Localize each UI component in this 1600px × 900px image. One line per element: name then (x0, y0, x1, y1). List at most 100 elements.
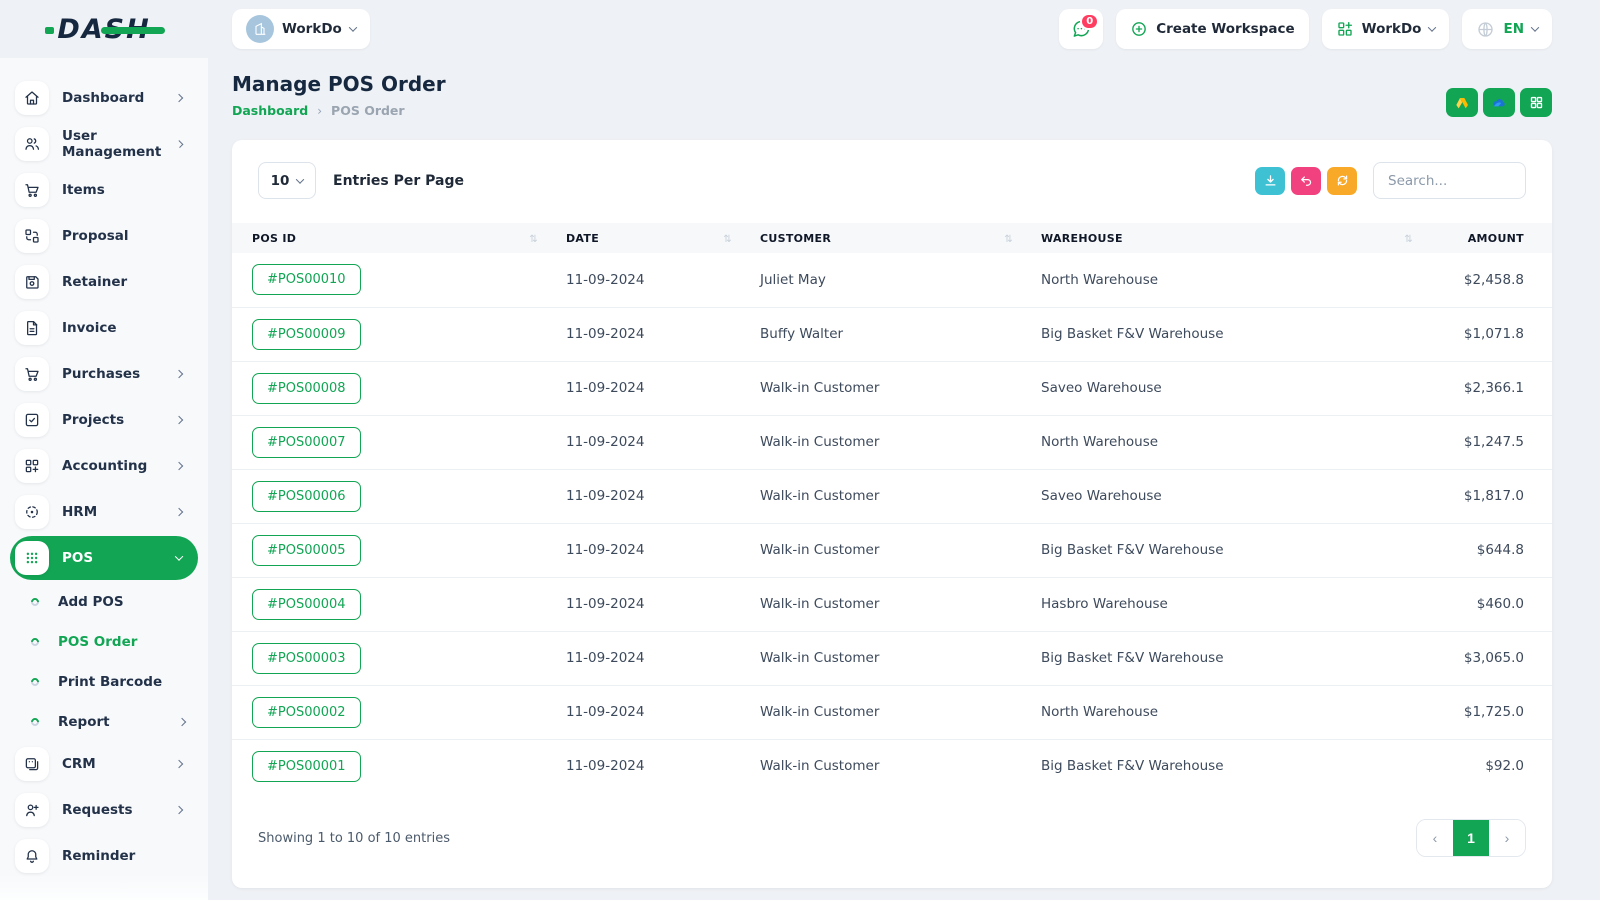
sidebar-subitem-pos-order[interactable]: POS Order (10, 622, 198, 662)
warehouse-cell: Big Basket F&V Warehouse (1021, 306, 1421, 361)
column-header-pos-id[interactable]: POS ID ⇅ (232, 223, 546, 253)
users-icon (15, 127, 49, 161)
pos-id-link[interactable]: #POS00004 (252, 588, 361, 620)
warehouse-cell: North Warehouse (1021, 684, 1421, 739)
circle-plus-icon (1132, 22, 1147, 36)
sort-icon[interactable]: ⇅ (529, 234, 538, 245)
date-cell: 11-09-2024 (546, 306, 740, 361)
sidebar-subitem-add-pos[interactable]: Add POS (10, 582, 198, 622)
table-header-row: POS ID ⇅ DATE ⇅ CUSTOMER ⇅ WAREHOUSE ⇅ AMOUN… (232, 223, 1552, 253)
sidebar-item-user-management[interactable]: User Management (10, 122, 198, 166)
table-row: #POS00002 11-09-2024 Walk-in Customer No… (232, 684, 1552, 739)
amount-cell: $1,247.5 (1421, 414, 1552, 469)
column-header-customer[interactable]: CUSTOMER ⇅ (740, 223, 1021, 253)
sidebar-item-items[interactable]: Items (10, 168, 198, 212)
pos-id-link[interactable]: #POS00001 (252, 750, 361, 782)
search-input[interactable] (1373, 162, 1526, 199)
sidebar-item-proposal[interactable]: Proposal (10, 214, 198, 258)
bell-icon (15, 839, 49, 873)
pos-order-card: 10 Entries Per Page POS (232, 140, 1552, 888)
warehouse-cell: Saveo Warehouse (1021, 360, 1421, 415)
pos-id-link[interactable]: #POS00010 (252, 264, 361, 296)
amount-cell: $3,065.0 (1421, 630, 1552, 685)
target-icon (15, 495, 49, 529)
column-header-warehouse[interactable]: WAREHOUSE ⇅ (1021, 223, 1421, 253)
sort-icon[interactable]: ⇅ (1404, 234, 1413, 245)
customer-cell: Juliet May (760, 271, 826, 288)
table-row: #POS00009 11-09-2024 Buffy Walter Big Ba… (232, 306, 1552, 361)
language-code: EN (1503, 21, 1524, 37)
pagination-page-1[interactable]: 1 (1453, 820, 1489, 856)
messages-count-badge: 0 (1080, 13, 1100, 30)
main-content: Manage POS Order Dashboard › POS Order 1… (208, 58, 1600, 900)
pagination: ‹ 1 › (1416, 819, 1526, 857)
column-header-date[interactable]: DATE ⇅ (546, 223, 740, 253)
amount-cell: $92.0 (1421, 738, 1552, 793)
sidebar-subitem-report[interactable]: Report (10, 702, 198, 742)
entries-per-page-select[interactable]: 10 (258, 162, 316, 199)
sidebar-item-hrm[interactable]: HRM (10, 490, 198, 534)
chevron-right-icon (174, 805, 184, 815)
sidebar-item-pos[interactable]: POS (10, 536, 198, 580)
brand-logo[interactable]: DASH (0, 14, 208, 45)
pagination-prev-button[interactable]: ‹ (1417, 820, 1453, 856)
table-row: #POS00008 11-09-2024 Walk-in Customer Sa… (232, 360, 1552, 415)
pos-id-link[interactable]: #POS00002 (252, 696, 361, 728)
amount-cell: $2,458.8 (1463, 271, 1524, 288)
refresh-button[interactable] (1327, 166, 1357, 195)
pagination-next-button[interactable]: › (1489, 820, 1525, 856)
amount-cell: $460.0 (1421, 576, 1552, 631)
chevron-right-icon (174, 369, 184, 379)
grid-dots-icon (15, 541, 49, 575)
google-drive-button[interactable] (1446, 88, 1478, 117)
sidebar-item-retainer[interactable]: Retainer (10, 260, 198, 304)
sidebar-item-accounting[interactable]: Accounting (10, 444, 198, 488)
customer-cell: Walk-in Customer (740, 738, 1021, 793)
language-selector[interactable]: EN (1462, 9, 1552, 49)
grid-icon (1530, 96, 1542, 109)
sidebar-item-requests[interactable]: Requests (10, 788, 198, 832)
workdo-menu-button[interactable]: WorkDo (1321, 9, 1450, 49)
breadcrumb-dashboard-link[interactable]: Dashboard (232, 103, 308, 118)
date-cell: 11-09-2024 (546, 738, 740, 793)
create-workspace-button[interactable]: Create Workspace (1116, 9, 1309, 49)
grid-view-button[interactable] (1520, 88, 1552, 117)
onedrive-button[interactable] (1483, 88, 1515, 117)
date-cell: 11-09-2024 (546, 522, 740, 577)
customer-cell: Walk-in Customer (740, 414, 1021, 469)
export-button[interactable] (1255, 166, 1285, 195)
table-row: #POS00006 11-09-2024 Walk-in Customer Sa… (232, 468, 1552, 523)
sidebar-item-dashboard[interactable]: Dashboard (10, 76, 198, 120)
sidebar-item-projects[interactable]: Projects (10, 398, 198, 442)
bullet-icon (29, 636, 41, 648)
pos-id-link[interactable]: #POS00005 (252, 534, 361, 566)
warehouse-cell: Big Basket F&V Warehouse (1021, 738, 1421, 793)
sidebar-item-crm[interactable]: CRM (10, 742, 198, 786)
chevron-right-icon (174, 507, 184, 517)
pos-order-table: POS ID ⇅ DATE ⇅ CUSTOMER ⇅ WAREHOUSE ⇅ AMOUN… (232, 223, 1552, 793)
undo-icon (1300, 176, 1311, 186)
reset-button[interactable] (1291, 166, 1321, 195)
column-header-amount[interactable]: AMOUNT (1421, 223, 1552, 253)
date-cell: 11-09-2024 (546, 360, 740, 415)
sort-icon[interactable]: ⇅ (1004, 234, 1013, 245)
amount-cell: $1,725.0 (1421, 684, 1552, 739)
sidebar-item-purchases[interactable]: Purchases (10, 352, 198, 396)
sort-icon[interactable]: ⇅ (723, 234, 732, 245)
chevron-right-icon (177, 717, 187, 727)
chevron-down-icon (1428, 23, 1437, 32)
table-row: #POS00005 11-09-2024 Walk-in Customer Bi… (232, 522, 1552, 577)
messages-button[interactable]: 0 (1059, 9, 1104, 49)
pos-id-link[interactable]: #POS00003 (252, 642, 361, 674)
pos-id-link[interactable]: #POS00006 (252, 480, 361, 512)
pos-id-link[interactable]: #POS00007 (252, 426, 361, 458)
showing-entries-text: Showing 1 to 10 of 10 entries (258, 830, 450, 846)
sidebar-item-invoice[interactable]: Invoice (10, 306, 198, 350)
warehouse-cell: Hasbro Warehouse (1021, 576, 1421, 631)
workspace-selector[interactable]: WorkDo (232, 9, 370, 49)
pos-id-link[interactable]: #POS00008 (252, 372, 361, 404)
sidebar-subitem-print-barcode[interactable]: Print Barcode (10, 662, 198, 702)
pos-id-link[interactable]: #POS00009 (252, 318, 361, 350)
cart-icon (15, 173, 49, 207)
sidebar-item-reminder[interactable]: Reminder (10, 834, 198, 878)
